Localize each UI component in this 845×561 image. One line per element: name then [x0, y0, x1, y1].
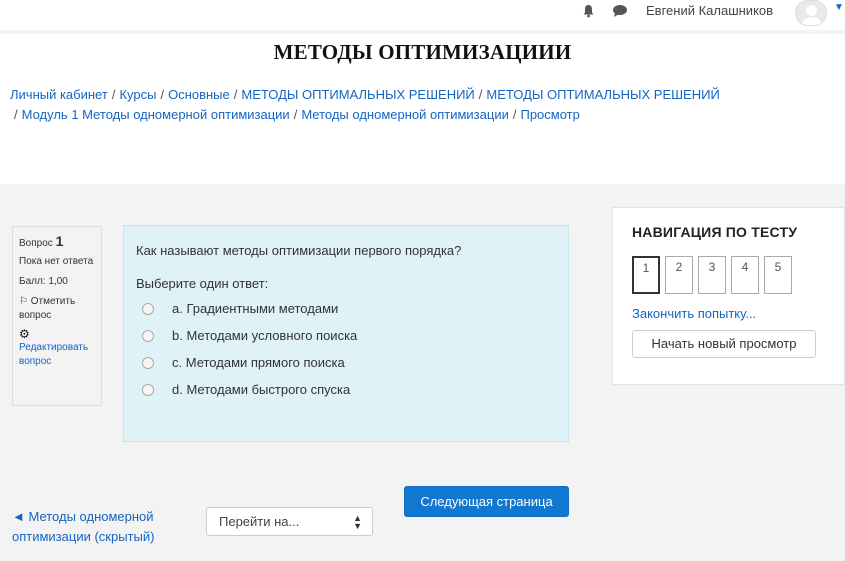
answer-option[interactable]: c. Методами прямого поиска	[136, 349, 556, 376]
breadcrumb-item[interactable]: Методы одномерной оптимизации	[301, 107, 509, 122]
gear-icon[interactable]: ⚙	[19, 327, 95, 341]
top-navbar: Евгений Калашников ▼	[0, 0, 845, 30]
breadcrumb-item[interactable]: МЕТОДЫ ОПТИМАЛЬНЫХ РЕШЕНИЙ	[486, 87, 719, 102]
question-info: Вопрос 1 Пока нет ответа Балл: 1,00 ⚐ От…	[12, 226, 102, 406]
question-content: Как называют методы оптимизации первого …	[123, 225, 569, 442]
breadcrumb-separator: /	[293, 107, 298, 122]
quiz-navigation-block: НАВИГАЦИЯ ПО ТЕСТУ 1 2 3 4 5 Закончить п…	[612, 207, 845, 385]
breadcrumb-item[interactable]: Основные	[168, 87, 230, 102]
question-button[interactable]: 4	[731, 256, 759, 294]
breadcrumb-separator: /	[478, 87, 483, 102]
breadcrumb-item[interactable]: Модуль 1 Методы одномерной оптимизации	[22, 107, 290, 122]
answer-radio[interactable]	[142, 302, 154, 315]
finish-attempt-link[interactable]: Закончить попытку...	[632, 306, 825, 321]
select-arrows-icon: ▲ ▼	[353, 513, 362, 531]
breadcrumb-item[interactable]: Просмотр	[520, 107, 579, 122]
answer-option[interactable]: a. Градиентными методами	[136, 295, 556, 322]
answer-radio[interactable]	[142, 356, 154, 369]
breadcrumb-item[interactable]: Личный кабинет	[10, 87, 108, 102]
question-label: Вопрос	[19, 238, 53, 249]
question-button-current[interactable]: 1	[632, 256, 660, 294]
breadcrumb: Личный кабинет / Курсы / Основные / МЕТОДЫ ОПТ…	[10, 85, 810, 125]
question-number: 1	[55, 233, 64, 249]
breadcrumb-item[interactable]: МЕТОДЫ ОПТИМАЛЬНЫХ РЕШЕНИЙ	[241, 87, 474, 102]
jump-to-select-value: Перейти на...	[219, 514, 300, 529]
question-number-row: Вопрос 1	[19, 234, 95, 251]
question-button[interactable]: 5	[764, 256, 792, 294]
breadcrumb-separator: /	[233, 87, 238, 102]
answer-radio[interactable]	[142, 383, 154, 396]
answer-label[interactable]: c. Методами прямого поиска	[172, 355, 345, 370]
flag-icon: ⚐	[19, 296, 28, 307]
answer-prompt: Выберите один ответ:	[136, 276, 269, 291]
edit-question-link[interactable]: Редактировать вопрос	[19, 341, 95, 369]
question-state: Пока нет ответа	[19, 256, 94, 267]
bell-icon[interactable]	[582, 4, 596, 18]
answer-option[interactable]: b. Методами условного поиска	[136, 322, 556, 349]
answer-label[interactable]: d. Методами быстрого спуска	[172, 382, 350, 397]
question-buttons: 1 2 3 4 5	[632, 256, 825, 294]
caret-down-icon[interactable]: ▼	[834, 2, 844, 13]
jump-to-select[interactable]: Перейти на... ▲ ▼	[206, 507, 373, 536]
chat-icon[interactable]	[612, 4, 628, 18]
user-name[interactable]: Евгений Калашников	[646, 3, 773, 18]
start-new-preview-button[interactable]: Начать новый просмотр	[632, 330, 816, 358]
quiz-navigation-title: НАВИГАЦИЯ ПО ТЕСТУ	[632, 224, 798, 240]
flag-question-toggle[interactable]: ⚐ Отметить вопрос	[19, 295, 95, 323]
previous-activity-link[interactable]: ◄ Методы одномерной оптимизации (скрытый…	[12, 507, 182, 547]
breadcrumb-separator: /	[512, 107, 517, 122]
question-button[interactable]: 3	[698, 256, 726, 294]
answer-label[interactable]: a. Градиентными методами	[172, 301, 338, 316]
question-button[interactable]: 2	[665, 256, 693, 294]
page-title: МЕТОДЫ ОПТИМИЗАЦИИИ	[273, 40, 572, 64]
breadcrumb-separator: /	[111, 87, 116, 102]
answer-option[interactable]: d. Методами быстрого спуска	[136, 376, 556, 403]
question-grade: Балл: 1,00	[19, 276, 68, 287]
question-text: Как называют методы оптимизации первого …	[136, 243, 462, 258]
answer-label[interactable]: b. Методами условного поиска	[172, 328, 357, 343]
breadcrumb-item[interactable]: Курсы	[119, 87, 156, 102]
breadcrumb-separator: /	[160, 87, 165, 102]
answer-radio[interactable]	[142, 329, 154, 342]
breadcrumb-separator: /	[14, 107, 18, 122]
flag-question-label: Отметить вопрос	[19, 296, 76, 321]
avatar[interactable]	[795, 0, 827, 26]
next-page-button[interactable]: Следующая страница	[404, 486, 569, 517]
